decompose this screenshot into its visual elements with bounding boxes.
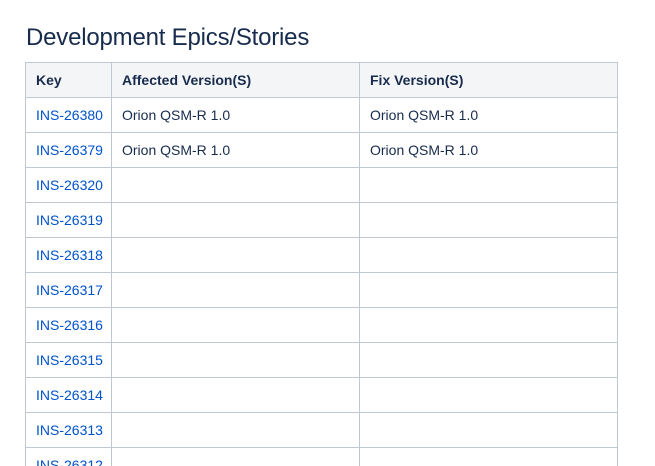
key-cell: INS-26315 <box>25 342 112 378</box>
table-header-row: Key Affected Version(S) Fix Version(S) <box>25 62 618 98</box>
section-title: Development Epics/Stories <box>26 24 310 51</box>
affected-version-cell: Orion QSM-R 1.0 <box>111 97 360 133</box>
affected-version-cell <box>111 447 360 466</box>
affected-version-cell <box>111 342 360 378</box>
key-cell: INS-26318 <box>25 237 112 273</box>
table-row: INS-26313 <box>25 412 618 448</box>
table-row: INS-26315 <box>25 342 618 378</box>
issue-key-link[interactable]: INS-26318 <box>36 247 103 263</box>
affected-version-cell <box>111 237 360 273</box>
key-cell: INS-26319 <box>25 202 112 238</box>
affected-version-cell <box>111 377 360 413</box>
fix-version-cell <box>359 202 618 238</box>
key-cell: INS-26312 <box>25 447 112 466</box>
epics-stories-table: Key Affected Version(S) Fix Version(S) I… <box>25 62 618 466</box>
fix-version-cell <box>359 307 618 343</box>
issue-key-link[interactable]: INS-26379 <box>36 142 103 158</box>
affected-version-cell <box>111 202 360 238</box>
fix-version-cell <box>359 272 618 308</box>
issue-key-link[interactable]: INS-26317 <box>36 282 103 298</box>
page: Development Epics/Stories Key Affected V… <box>0 0 655 466</box>
table-row: INS-26317 <box>25 272 618 308</box>
fix-version-cell <box>359 167 618 203</box>
fix-version-cell <box>359 412 618 448</box>
table-row: INS-26316 <box>25 307 618 343</box>
affected-version-cell: Orion QSM-R 1.0 <box>111 132 360 168</box>
table-row: INS-26380 Orion QSM-R 1.0 Orion QSM-R 1.… <box>25 97 618 133</box>
key-cell: INS-26380 <box>25 97 112 133</box>
issue-key-link[interactable]: INS-26314 <box>36 387 103 403</box>
key-cell: INS-26314 <box>25 377 112 413</box>
key-cell: INS-26320 <box>25 167 112 203</box>
table-row: INS-26318 <box>25 237 618 273</box>
issue-key-link[interactable]: INS-26320 <box>36 177 103 193</box>
issue-key-link[interactable]: INS-26316 <box>36 317 103 333</box>
table-row: INS-26314 <box>25 377 618 413</box>
affected-version-cell <box>111 272 360 308</box>
fix-version-cell <box>359 447 618 466</box>
key-cell: INS-26313 <box>25 412 112 448</box>
fix-version-cell <box>359 342 618 378</box>
column-header-fix-version[interactable]: Fix Version(S) <box>359 62 618 98</box>
column-header-affected-version[interactable]: Affected Version(S) <box>111 62 360 98</box>
affected-version-cell <box>111 167 360 203</box>
table-row: INS-26379 Orion QSM-R 1.0 Orion QSM-R 1.… <box>25 132 618 168</box>
key-cell: INS-26316 <box>25 307 112 343</box>
fix-version-cell: Orion QSM-R 1.0 <box>359 132 618 168</box>
affected-version-cell <box>111 307 360 343</box>
issue-key-link[interactable]: INS-26315 <box>36 352 103 368</box>
affected-version-cell <box>111 412 360 448</box>
table-row: INS-26312 <box>25 447 618 466</box>
issue-key-link[interactable]: INS-26313 <box>36 422 103 438</box>
key-cell: INS-26317 <box>25 272 112 308</box>
key-cell: INS-26379 <box>25 132 112 168</box>
column-header-key[interactable]: Key <box>25 62 112 98</box>
table-row: INS-26319 <box>25 202 618 238</box>
table-row: INS-26320 <box>25 167 618 203</box>
issue-key-link[interactable]: INS-26319 <box>36 212 103 228</box>
issue-key-link[interactable]: INS-26380 <box>36 107 103 123</box>
fix-version-cell <box>359 237 618 273</box>
fix-version-cell: Orion QSM-R 1.0 <box>359 97 618 133</box>
issue-key-link[interactable]: INS-26312 <box>36 457 103 466</box>
fix-version-cell <box>359 377 618 413</box>
